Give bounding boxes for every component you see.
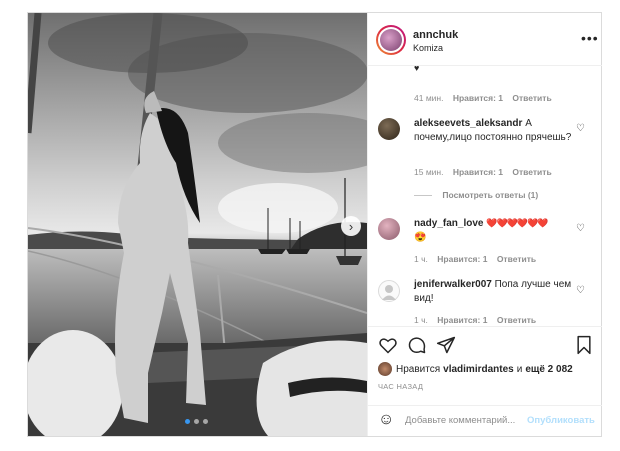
post-location[interactable]: Komiza [413, 43, 443, 53]
reply-button[interactable]: Ответить [497, 315, 536, 325]
more-options-icon[interactable]: ••• [581, 31, 599, 45]
author-avatar[interactable] [376, 25, 406, 55]
post-header: annchuk Komiza ••• [368, 13, 602, 66]
comment-text: nady_fan_love ❤️❤️❤️❤️❤️❤️ 😍 [414, 218, 549, 243]
commenter-avatar[interactable] [378, 118, 400, 140]
commenter-username[interactable]: alekseevets_aleksandr [414, 118, 522, 129]
comment-meta: 1 ч. Нравится: 1 Ответить [414, 315, 543, 325]
comment-likes[interactable]: Нравится: 1 [437, 315, 487, 325]
comment-likes[interactable]: Нравится: 1 [453, 167, 503, 177]
liker-avatar[interactable] [378, 362, 392, 376]
post-timestamp[interactable]: ЧАС НАЗАД [378, 382, 423, 391]
default-avatar-icon [382, 285, 396, 300]
like-comment-icon[interactable]: ♡ [576, 123, 585, 134]
likes-summary: Нравится vladimirdantes и ещё 2 082 [378, 362, 573, 376]
photo-illustration [28, 13, 367, 436]
post-photo[interactable]: › [28, 13, 367, 436]
instagram-post: › annchuk Komiza ••• ♥ 41 мин. Нравится:… [27, 12, 602, 437]
carousel-dot [185, 419, 190, 424]
carousel-next-button[interactable]: › [341, 216, 361, 236]
comment-meta: 41 мин. Нравится: 1 Ответить [414, 93, 559, 103]
liker-username[interactable]: vladimirdantes [443, 364, 514, 375]
comment-likes[interactable]: Нравится: 1 [453, 93, 503, 103]
publish-button[interactable]: Опубликовать [527, 415, 595, 426]
commenter-username[interactable]: nady_fan_love [414, 218, 483, 229]
carousel-dot [203, 419, 208, 424]
comment-time: 41 мин. [414, 93, 444, 103]
commenter-username[interactable]: jeniferwalker007 [414, 279, 492, 290]
carousel-indicator [185, 419, 208, 424]
scrolled-heart-fragment: ♥ [414, 65, 420, 73]
like-comment-icon[interactable]: ♡ [576, 285, 585, 296]
comment-time: 1 ч. [414, 254, 428, 264]
reply-button[interactable]: Ответить [497, 254, 536, 264]
comment-icon[interactable] [407, 335, 427, 355]
post-sidebar: annchuk Komiza ••• ♥ 41 мин. Нравится: 1… [367, 13, 602, 436]
view-replies-button[interactable]: Посмотреть ответы (1) [414, 190, 538, 200]
commenter-avatar[interactable] [378, 280, 400, 302]
likes-count[interactable]: ещё 2 082 [525, 364, 572, 375]
author-username[interactable]: annchuk [413, 29, 458, 41]
like-heart-icon[interactable] [378, 335, 398, 355]
like-comment-icon[interactable]: ♡ [576, 223, 585, 234]
carousel-dot [194, 419, 199, 424]
comment-text: alekseevets_aleksandr А почему,лицо пост… [414, 118, 572, 143]
emoji-icon[interactable]: ☺ [378, 412, 394, 428]
comment-likes[interactable]: Нравится: 1 [437, 254, 487, 264]
comment-time: 15 мин. [414, 167, 444, 177]
comment-time: 1 ч. [414, 315, 428, 325]
comment-meta: 1 ч. Нравится: 1 Ответить [414, 254, 543, 264]
add-comment-bar: ☺ Добавьте комментарий... Опубликовать [368, 405, 602, 437]
comment-text: jeniferwalker007 Попа лучше чем вид! [414, 279, 572, 304]
reply-button[interactable]: Ответить [512, 167, 551, 177]
post-actions: Нравится vladimirdantes и ещё 2 082 ЧАС … [368, 326, 602, 437]
comment-meta: 15 мин. Нравится: 1 Ответить [414, 167, 559, 177]
save-bookmark-icon[interactable] [575, 335, 593, 355]
commenter-avatar[interactable] [378, 218, 400, 240]
share-icon[interactable] [436, 335, 456, 355]
reply-button[interactable]: Ответить [512, 93, 551, 103]
comments-list: ♥ 41 мин. Нравится: 1 Ответить alekseeve… [368, 65, 602, 326]
comment-input[interactable]: Добавьте комментарий... [405, 415, 515, 426]
